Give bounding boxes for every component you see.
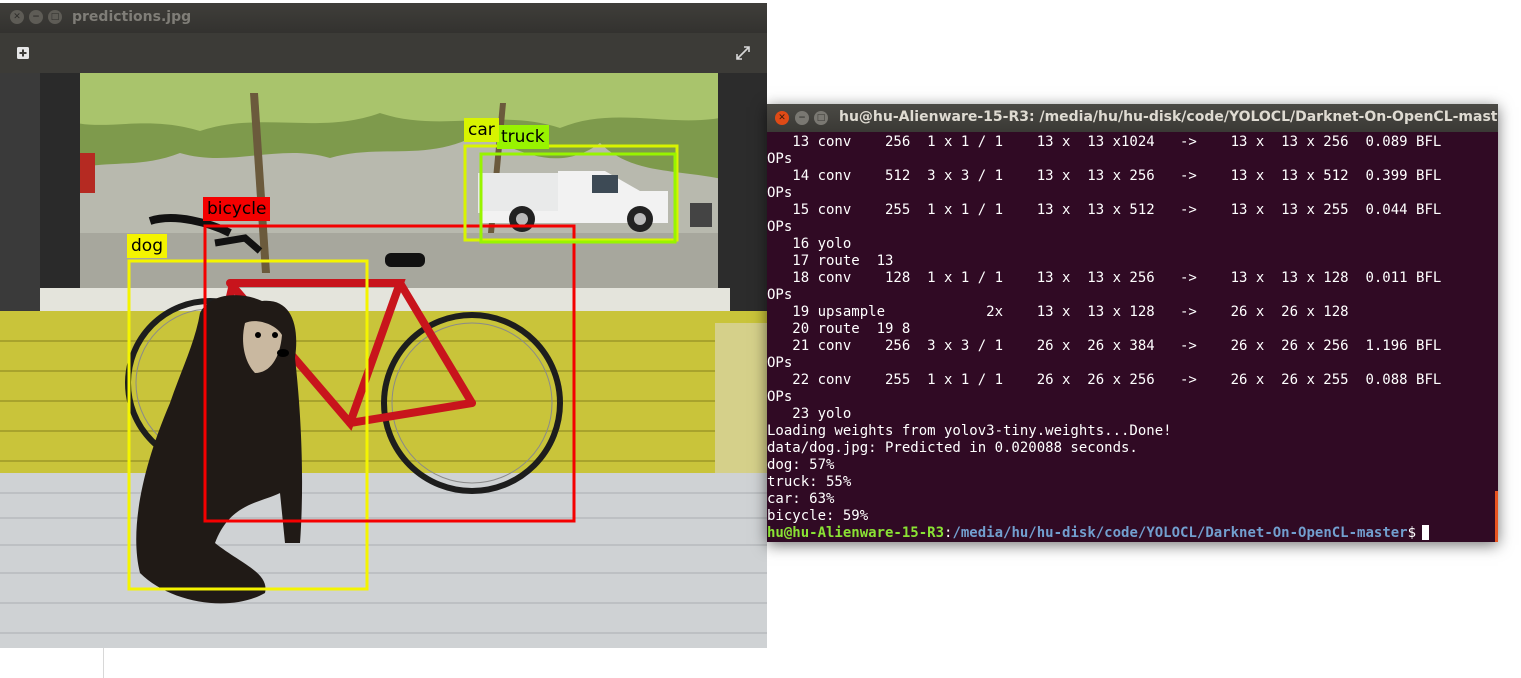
maximize-icon[interactable]: □: [814, 111, 828, 125]
minimize-icon[interactable]: −: [795, 111, 809, 125]
terminal-line: dog: 57%: [767, 457, 835, 473]
terminal-line: OPs: [767, 185, 793, 201]
viewer-toolbar: [0, 33, 767, 73]
terminal-line: 16 yolo: [767, 236, 852, 252]
prompt-user-host: hu@hu-Alienware-15-R3: [767, 525, 945, 541]
terminal-line: OPs: [767, 389, 793, 405]
terminal-line: 23 yolo: [767, 406, 852, 422]
terminal-line: 20 route 19 8: [767, 321, 911, 337]
terminal-cursor: [1422, 525, 1430, 540]
terminal-line: 17 route 13: [767, 253, 894, 269]
terminal-title: hu@hu-Alienware-15-R3: /media/hu/hu-disk…: [839, 109, 1498, 125]
minimize-icon[interactable]: −: [29, 10, 43, 24]
terminal-lines: 13 conv 256 1 x 1 / 1 13 x 13 x1024 -> 1…: [767, 134, 1498, 525]
terminal-line: 15 conv 255 1 x 1 / 1 13 x 13 x 512 -> 1…: [767, 202, 1442, 218]
terminal-line: OPs: [767, 219, 793, 235]
detection-label-bicycle: bicycle: [203, 197, 271, 221]
terminal-line: truck: 55%: [767, 474, 852, 490]
viewer-title: predictions.jpg: [72, 9, 192, 25]
terminal-line: Loading weights from yolov3-tiny.weights…: [767, 423, 1172, 439]
maximize-icon[interactable]: □: [48, 10, 62, 24]
terminal-line: OPs: [767, 287, 793, 303]
plus-box-icon[interactable]: [11, 41, 35, 65]
detection-label-dog: dog: [127, 234, 167, 258]
terminal-line: bicycle: 59%: [767, 508, 869, 524]
prediction-image: truck car bicycle dog: [0, 73, 767, 648]
terminal-line: 19 upsample 2x 13 x 13 x 128 -> 26 x 26 …: [767, 304, 1349, 320]
detection-label-car: car: [464, 118, 499, 142]
terminal-line: 18 conv 128 1 x 1 / 1 13 x 13 x 256 -> 1…: [767, 270, 1442, 286]
terminal-line: 21 conv 256 3 x 3 / 1 26 x 26 x 384 -> 2…: [767, 338, 1442, 354]
terminal-line: car: 63%: [767, 491, 835, 507]
detection-label-truck: truck: [497, 125, 549, 149]
terminal-line: 14 conv 512 3 x 3 / 1 13 x 13 x 256 -> 1…: [767, 168, 1442, 184]
desktop-divider: [103, 648, 104, 678]
terminal-line: OPs: [767, 151, 793, 167]
close-icon[interactable]: ✕: [10, 10, 24, 24]
viewer-titlebar[interactable]: ✕ − □ predictions.jpg: [0, 3, 767, 33]
terminal-line: OPs: [767, 355, 793, 371]
scene-drawing: [0, 73, 767, 648]
prompt-path: /media/hu/hu-disk/code/YOLOCL/Darknet-On…: [952, 525, 1408, 541]
prompt-symbol: $: [1407, 525, 1417, 541]
fullscreen-icon[interactable]: [731, 41, 755, 65]
terminal-prompt-line[interactable]: hu@hu-Alienware-15-R3:/media/hu/hu-disk/…: [767, 525, 1498, 542]
image-viewer-window: ✕ − □ predictions.jpg truck car bicycle …: [0, 3, 767, 648]
terminal-line: data/dog.jpg: Predicted in 0.020088 seco…: [767, 440, 1138, 456]
terminal-window[interactable]: ✕ − □ hu@hu-Alienware-15-R3: /media/hu/h…: [767, 104, 1498, 542]
terminal-output[interactable]: 13 conv 256 1 x 1 / 1 13 x 13 x1024 -> 1…: [767, 132, 1498, 542]
terminal-line: 13 conv 256 1 x 1 / 1 13 x 13 x1024 -> 1…: [767, 134, 1442, 150]
terminal-line: 22 conv 255 1 x 1 / 1 26 x 26 x 256 -> 2…: [767, 372, 1442, 388]
terminal-titlebar[interactable]: ✕ − □ hu@hu-Alienware-15-R3: /media/hu/h…: [767, 104, 1498, 132]
close-icon[interactable]: ✕: [775, 111, 789, 125]
terminal-scrollbar[interactable]: [1495, 491, 1498, 542]
